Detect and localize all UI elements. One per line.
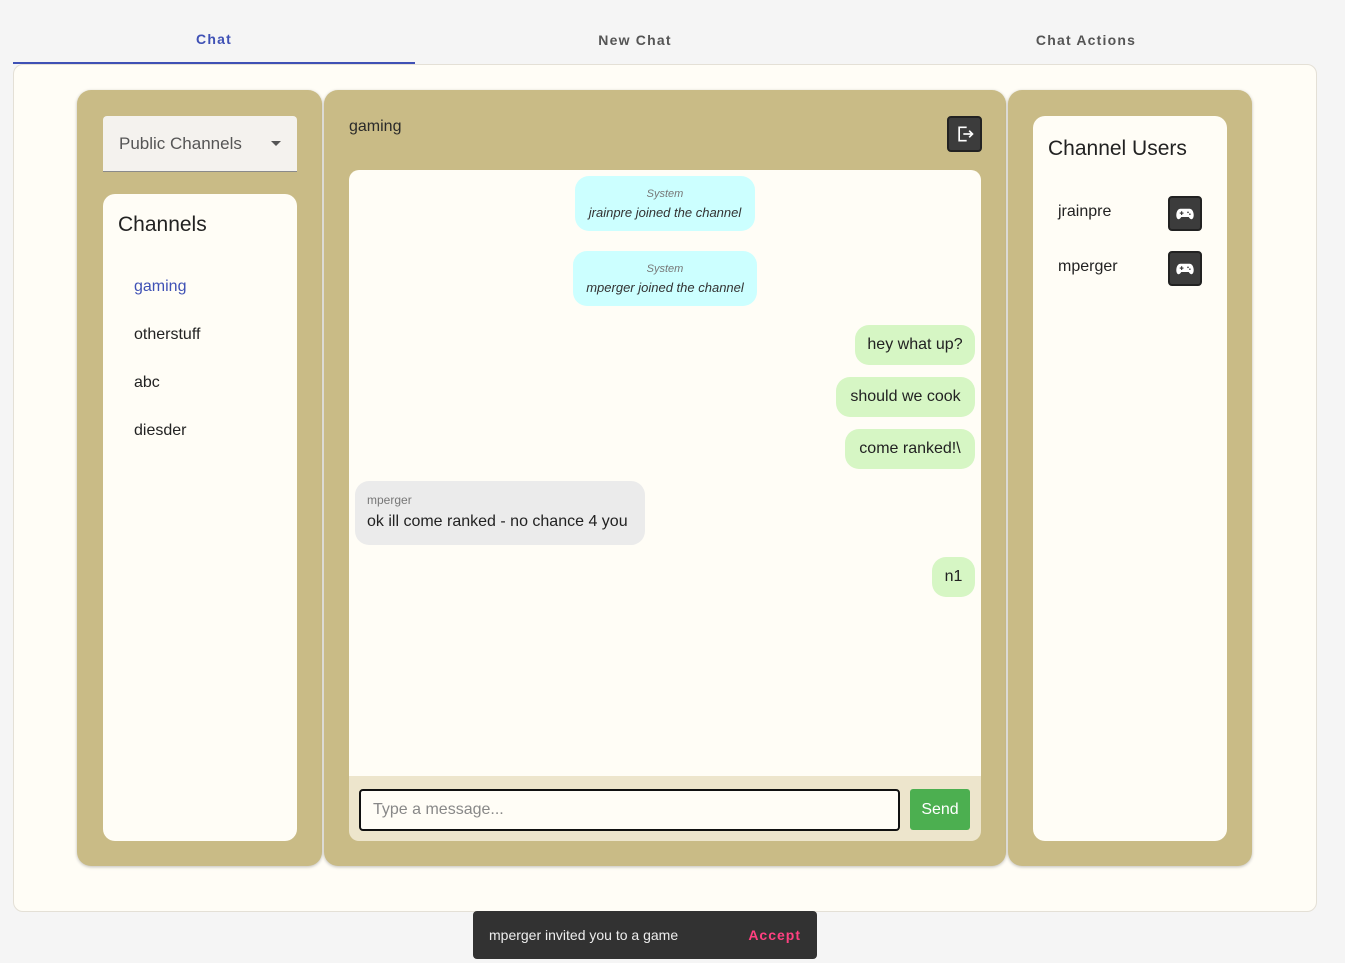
own-message: n1 bbox=[932, 557, 975, 597]
channel-title: gaming bbox=[349, 118, 402, 135]
message-text: come ranked!\ bbox=[859, 440, 961, 457]
channel-type-value: Public Channels bbox=[119, 133, 242, 153]
own-message: should we cook bbox=[836, 377, 975, 417]
system-message: System mperger joined the channel bbox=[573, 251, 757, 306]
gamepad-icon bbox=[1176, 263, 1194, 274]
tab-chat-actions[interactable]: Chat Actions bbox=[855, 16, 1317, 64]
own-message: come ranked!\ bbox=[845, 429, 975, 469]
tab-bar: Chat New Chat Chat Actions bbox=[13, 16, 1317, 64]
message-composer: Send bbox=[349, 776, 981, 841]
system-message: System jrainpre joined the channel bbox=[575, 176, 755, 231]
message-author: System bbox=[646, 188, 684, 200]
channel-item-otherstuff[interactable]: otherstuff bbox=[134, 326, 200, 344]
user-name-mperger: mperger bbox=[1058, 258, 1118, 275]
message-text: hey what up? bbox=[867, 336, 963, 353]
logout-icon bbox=[957, 126, 974, 142]
message-text: jrainpre joined the channel bbox=[588, 205, 742, 220]
message-text: n1 bbox=[944, 568, 963, 585]
channel-item-gaming[interactable]: gaming bbox=[134, 278, 186, 296]
message-text: ok ill come ranked - no chance 4 you bbox=[367, 513, 628, 530]
message-list[interactable]: System jrainpre joined the channel Syste… bbox=[349, 170, 981, 776]
channel-users-title: Channel Users bbox=[1048, 137, 1187, 160]
channels-title: Channels bbox=[118, 213, 207, 236]
message-input[interactable] bbox=[359, 789, 900, 831]
channels-card: Channels gaming otherstuff abc diesder bbox=[103, 194, 297, 841]
own-message: hey what up? bbox=[855, 325, 975, 365]
game-invite-snackbar: mperger invited you to a game Accept bbox=[473, 911, 817, 959]
tab-chat[interactable]: Chat bbox=[13, 16, 415, 64]
message-text: mperger joined the channel bbox=[586, 280, 744, 295]
gamepad-icon bbox=[1176, 208, 1194, 219]
accept-invite-button[interactable]: Accept bbox=[748, 927, 801, 943]
message-text: should we cook bbox=[850, 388, 961, 405]
channel-item-abc[interactable]: abc bbox=[134, 374, 160, 392]
channel-item-diesder[interactable]: diesder bbox=[134, 422, 186, 440]
channel-users-card: Channel Users jrainpre mperger bbox=[1033, 116, 1227, 841]
tab-new-chat[interactable]: New Chat bbox=[415, 16, 855, 64]
channel-type-select[interactable]: Public Channels bbox=[103, 116, 297, 172]
message-author: mperger bbox=[367, 493, 412, 507]
chevron-down-icon bbox=[271, 141, 281, 146]
invite-game-button-jrainpre[interactable] bbox=[1168, 196, 1202, 231]
message-author: System bbox=[646, 263, 684, 275]
snackbar-text: mperger invited you to a game bbox=[489, 927, 679, 943]
invite-game-button-mperger[interactable] bbox=[1168, 251, 1202, 286]
user-name-jrainpre: jrainpre bbox=[1058, 203, 1112, 220]
leave-channel-button[interactable] bbox=[947, 116, 982, 152]
other-message: mperger ok ill come ranked - no chance 4… bbox=[355, 481, 645, 545]
send-button[interactable]: Send bbox=[910, 789, 970, 830]
